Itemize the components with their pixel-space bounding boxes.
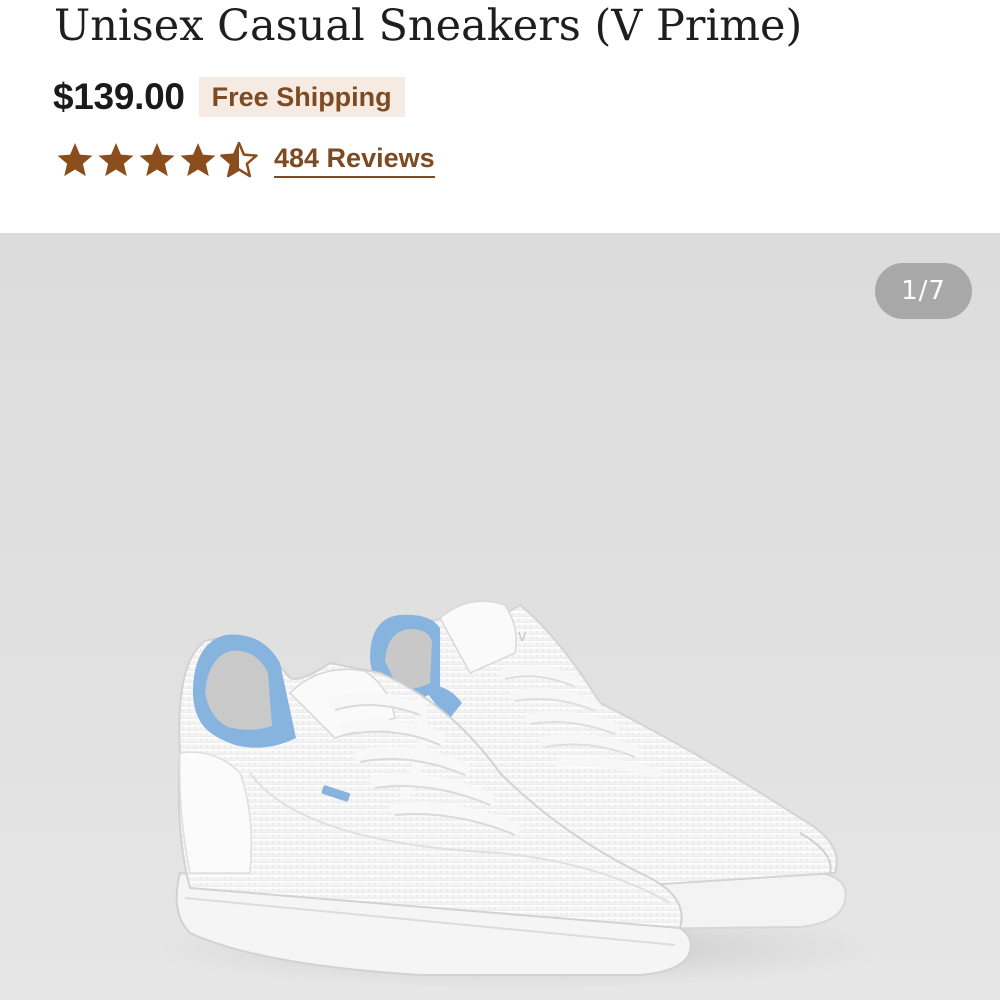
svg-text:V: V: [518, 630, 527, 644]
reviews-link[interactable]: 484 Reviews: [274, 143, 435, 178]
star-icon: [96, 140, 136, 180]
star-icon: [55, 140, 95, 180]
product-image-gallery[interactable]: V 1/7: [0, 233, 1000, 1000]
star-icon: [178, 140, 218, 180]
free-shipping-badge: Free Shipping: [198, 77, 405, 117]
star-icon: [137, 140, 177, 180]
price-row: $139.00 Free Shipping: [53, 74, 405, 120]
star-rating: [55, 140, 260, 180]
product-title: Unisex Casual Sneakers (V Prime): [54, 1, 803, 51]
rating-row: 484 Reviews: [55, 136, 435, 184]
image-counter: 1/7: [875, 263, 972, 319]
product-price: $139.00: [53, 76, 185, 117]
half-star-icon: [219, 140, 259, 180]
sneakers-product-image: V: [150, 600, 890, 988]
product-header: Unisex Casual Sneakers (V Prime) $139.00…: [0, 0, 1000, 233]
